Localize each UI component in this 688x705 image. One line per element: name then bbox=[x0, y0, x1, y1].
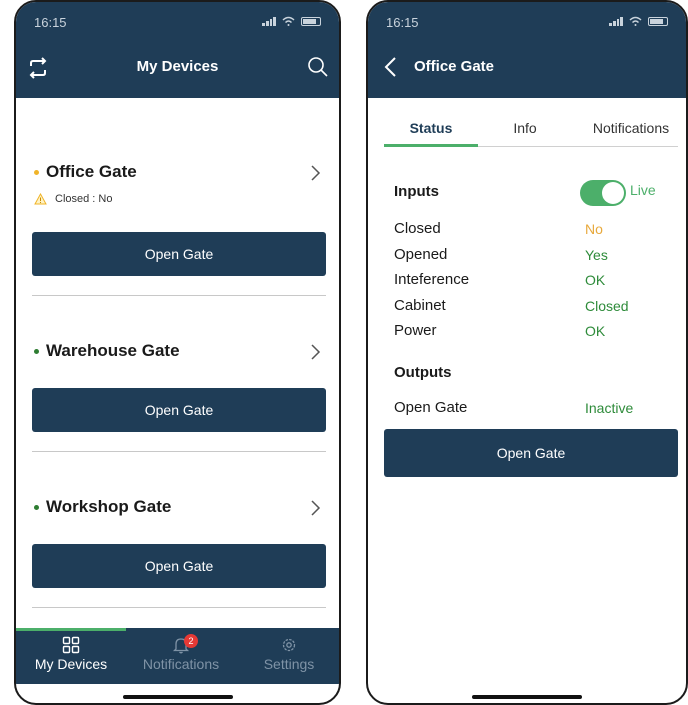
divider bbox=[32, 607, 326, 608]
signal-icon bbox=[262, 16, 276, 26]
status-dot bbox=[34, 504, 39, 510]
wifi-icon bbox=[282, 16, 295, 26]
tab-label: Settings bbox=[263, 656, 315, 672]
live-toggle[interactable] bbox=[580, 180, 626, 206]
input-value: Yes bbox=[585, 247, 608, 263]
active-tab-indicator bbox=[16, 628, 126, 631]
input-value: Closed bbox=[585, 298, 629, 314]
open-gate-button[interactable]: Open Gate bbox=[32, 544, 326, 588]
inputs-heading: Inputs bbox=[394, 183, 439, 200]
input-label: Inteference bbox=[394, 271, 470, 288]
warning-text: Closed : No bbox=[55, 193, 113, 205]
status-bar: 16:15 bbox=[368, 2, 686, 42]
page-title: Office Gate bbox=[414, 58, 495, 75]
active-tab-indicator bbox=[384, 144, 478, 147]
live-label: Live bbox=[630, 182, 656, 198]
input-value: OK bbox=[585, 323, 606, 339]
device-name: Office Gate bbox=[46, 162, 137, 181]
device-name: Workshop Gate bbox=[46, 497, 172, 516]
search-icon[interactable] bbox=[307, 56, 329, 78]
output-label: Open Gate bbox=[394, 399, 468, 416]
header: 16:15 My Devices bbox=[16, 2, 339, 98]
tab-notifications[interactable]: 2 Notifications bbox=[126, 634, 236, 672]
output-value: Inactive bbox=[585, 400, 634, 416]
detail-tabs: Status Info Notifications bbox=[384, 120, 678, 146]
tab-settings[interactable]: Settings bbox=[234, 636, 339, 672]
chevron-right-icon[interactable] bbox=[311, 165, 321, 181]
input-label: Cabinet bbox=[394, 297, 446, 314]
wifi-icon bbox=[629, 16, 642, 26]
tab-notifications[interactable]: Notifications bbox=[576, 120, 686, 136]
input-value: OK bbox=[585, 272, 606, 288]
device-detail-screen: 16:15 Office Gate Status Info Notificati… bbox=[366, 0, 688, 705]
status-time: 16:15 bbox=[386, 15, 419, 30]
tab-label: Notifications bbox=[142, 656, 220, 672]
device-name: Warehouse Gate bbox=[46, 341, 180, 360]
notification-badge: 2 bbox=[184, 634, 198, 648]
page-title: My Devices bbox=[136, 58, 219, 75]
tab-label: My Devices bbox=[34, 656, 108, 672]
input-label: Opened bbox=[394, 246, 448, 263]
input-value: No bbox=[585, 221, 603, 237]
open-gate-button[interactable]: Open Gate bbox=[32, 232, 326, 276]
outputs-heading: Outputs bbox=[394, 364, 452, 381]
open-gate-button[interactable]: Open Gate bbox=[384, 429, 678, 477]
status-time: 16:15 bbox=[34, 15, 67, 30]
battery-icon bbox=[648, 16, 668, 26]
status-dot bbox=[34, 348, 39, 354]
input-label: Closed bbox=[394, 220, 441, 237]
gear-icon bbox=[282, 638, 296, 652]
battery-icon bbox=[301, 16, 321, 26]
home-indicator bbox=[472, 695, 582, 699]
open-gate-button[interactable]: Open Gate bbox=[32, 388, 326, 432]
chevron-right-icon[interactable] bbox=[311, 500, 321, 516]
header: 16:15 Office Gate bbox=[368, 2, 686, 98]
tab-my-devices[interactable]: My Devices bbox=[16, 636, 126, 672]
tab-info[interactable]: Info bbox=[480, 120, 570, 136]
divider bbox=[32, 451, 326, 452]
warning-icon bbox=[34, 193, 47, 205]
status-bar: 16:15 bbox=[16, 2, 339, 42]
tab-status[interactable]: Status bbox=[384, 120, 478, 136]
input-label: Power bbox=[394, 322, 437, 339]
divider bbox=[32, 295, 326, 296]
chevron-right-icon[interactable] bbox=[311, 344, 321, 360]
grid-icon bbox=[62, 636, 80, 654]
my-devices-screen: 16:15 My Devices Office Gate Closed: No… bbox=[14, 0, 341, 705]
back-chevron-icon[interactable] bbox=[384, 56, 398, 78]
signal-icon bbox=[609, 16, 623, 26]
home-indicator bbox=[122, 695, 233, 699]
status-dot bbox=[34, 169, 39, 175]
bottom-tab-bar: My Devices 2 Notifications Settings bbox=[16, 628, 339, 684]
